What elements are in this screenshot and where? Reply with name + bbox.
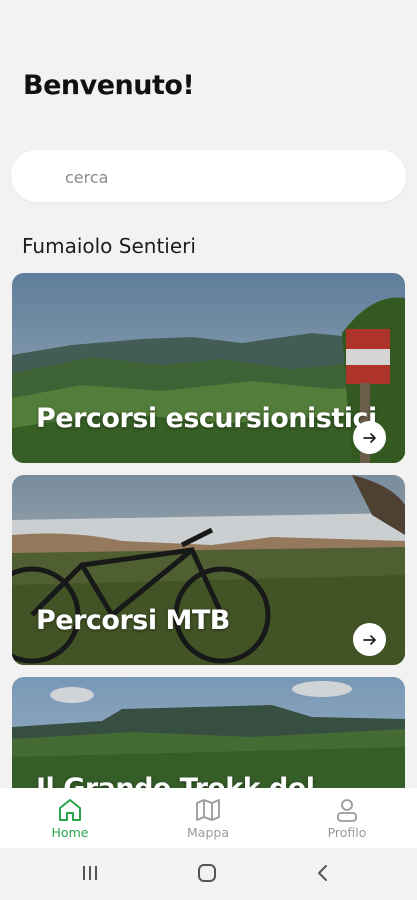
home-icon: [57, 797, 83, 823]
nav-item-profile[interactable]: Profilo: [297, 788, 397, 848]
nav-label-profile: Profilo: [327, 825, 367, 840]
map-icon: [195, 797, 221, 823]
card-hiking-trails[interactable]: Percorsi escursionistici: [12, 273, 405, 463]
back-icon[interactable]: [314, 862, 332, 888]
arrow-right-icon[interactable]: [353, 623, 386, 656]
system-navigation-bar: [0, 848, 417, 900]
nav-label-home: Home: [51, 825, 89, 840]
arrow-right-icon[interactable]: [353, 421, 386, 454]
home-system-icon[interactable]: [196, 862, 218, 888]
section-title: Fumaiolo Sentieri: [22, 234, 196, 258]
search-input[interactable]: [63, 150, 387, 204]
nav-item-map[interactable]: Mappa: [158, 788, 258, 848]
card-mtb-trails[interactable]: Percorsi MTB: [12, 475, 405, 665]
page-title: Benvenuto!: [23, 70, 195, 101]
card-label: Percorsi escursionistici: [36, 403, 377, 434]
search-bar[interactable]: [11, 150, 406, 204]
nav-item-home[interactable]: Home: [20, 788, 120, 848]
card-label: Percorsi MTB: [36, 605, 230, 636]
bottom-navigation: Home Mappa Profilo: [0, 788, 417, 848]
recent-apps-icon[interactable]: [80, 862, 100, 888]
nav-label-map: Mappa: [187, 825, 229, 840]
user-icon: [334, 797, 360, 823]
